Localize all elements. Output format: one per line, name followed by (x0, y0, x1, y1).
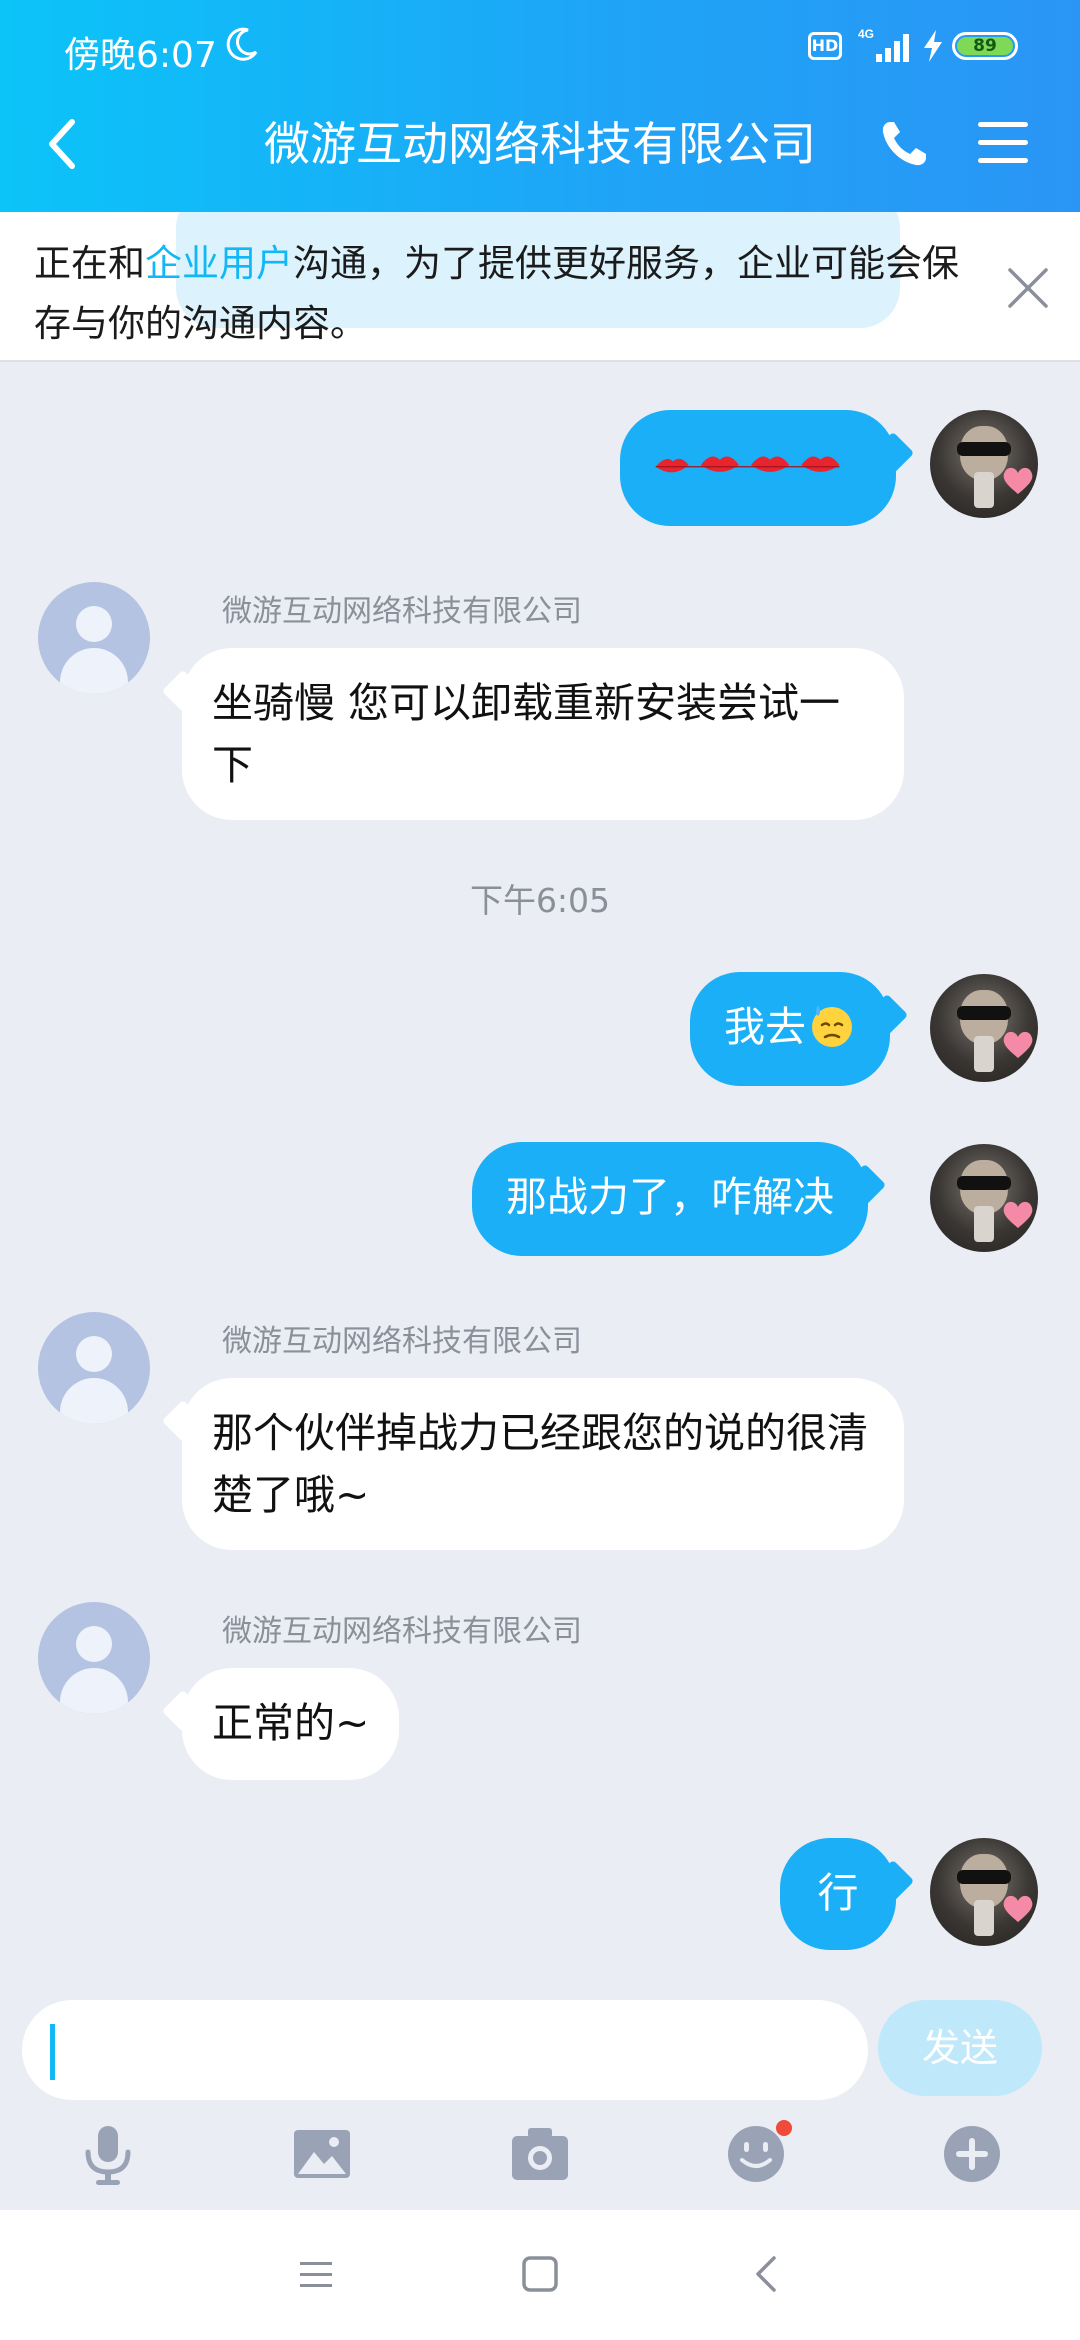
message-text: 我去 (724, 1003, 806, 1051)
sender-name: 微游互动网络科技有限公司 (222, 1324, 582, 1359)
phone-call-icon[interactable] (876, 116, 932, 172)
moon-icon (226, 27, 258, 61)
notification-dot (776, 2120, 792, 2136)
recent-apps-icon[interactable] (292, 2250, 340, 2298)
lips-emoji-row (654, 434, 862, 496)
message-text: 坐骑慢 您可以卸载重新安装尝试一下 (212, 679, 841, 789)
signal-icon: 4G (858, 27, 909, 62)
sender-name: 微游互动网络科技有限公司 (222, 1614, 582, 1649)
message-text: 正常的~ (212, 1699, 370, 1747)
enterprise-user-link[interactable]: 企业用户 (145, 242, 293, 285)
heart-hand-icon (1003, 467, 1033, 494)
text-caret (50, 2024, 55, 2080)
plus-icon[interactable] (940, 2122, 1004, 2186)
notice-text: 正在和企业用户沟通，为了提供更好服务，企业可能会保存与你的沟通内容。 (0, 212, 990, 354)
status-bar: 傍晚6:07 HD 4G 89 (0, 0, 1080, 96)
message-bubble-in[interactable]: 那个伙伴掉战力已经跟您的说的很清楚了哦~ (182, 1378, 904, 1550)
message-text: 那个伙伴掉战力已经跟您的说的很清楚了哦~ (212, 1409, 868, 1519)
home-icon[interactable] (516, 2250, 564, 2298)
image-icon[interactable] (290, 2122, 354, 2186)
message-bubble-in[interactable]: 坐骑慢 您可以卸载重新安装尝试一下 (182, 648, 904, 820)
charging-icon (924, 30, 942, 62)
heart-hand-icon (1003, 1895, 1033, 1922)
message-input[interactable] (22, 2000, 868, 2100)
menu-icon[interactable] (976, 118, 1030, 168)
company-avatar[interactable] (38, 1312, 150, 1424)
battery-level: 89 (957, 37, 1013, 55)
company-avatar[interactable] (38, 1602, 150, 1714)
my-avatar[interactable] (930, 1838, 1038, 1946)
status-time: 傍晚6:07 (64, 35, 217, 76)
message-text: 行 (817, 1869, 859, 1917)
camera-icon[interactable] (508, 2122, 572, 2186)
notice-text-before: 正在和 (34, 242, 145, 285)
network-label: 4G (858, 27, 874, 41)
back-nav-icon[interactable] (744, 2250, 792, 2298)
heart-hand-icon (1003, 1201, 1033, 1228)
send-button[interactable]: 发送 (878, 2000, 1042, 2096)
heart-hand-icon (1003, 1031, 1033, 1058)
my-avatar[interactable] (930, 1144, 1038, 1252)
hd-icon: HD (808, 32, 842, 60)
message-bubble-out[interactable] (620, 410, 896, 526)
my-avatar[interactable] (930, 974, 1038, 1082)
microphone-icon[interactable] (76, 2122, 140, 2186)
message-text: 那战力了，咋解决 (506, 1173, 834, 1221)
sender-name: 微游互动网络科技有限公司 (222, 594, 582, 629)
message-timestamp: 下午6:05 (469, 881, 611, 920)
company-avatar[interactable] (38, 582, 150, 694)
close-icon[interactable] (1004, 264, 1052, 312)
emoji-button[interactable] (724, 2120, 792, 2186)
enterprise-notice: 正在和企业用户沟通，为了提供更好服务，企业可能会保存与你的沟通内容。 (0, 212, 1080, 362)
message-bubble-in[interactable]: 正常的~ (182, 1668, 400, 1780)
input-area: 发送 (0, 1980, 1080, 2210)
chat-header: 傍晚6:07 HD 4G 89 微游互动网络科技有限公司 (0, 0, 1080, 212)
message-bubble-out[interactable]: 行 (780, 1838, 896, 1950)
message-bubble-out[interactable]: 我去 (690, 972, 890, 1086)
sweat-emoji-icon (812, 1005, 852, 1047)
my-avatar[interactable] (930, 410, 1038, 518)
lips-emoji-icon (655, 456, 840, 473)
battery-icon: 89 (952, 32, 1018, 60)
system-nav-bar (0, 2210, 1080, 2340)
message-bubble-out[interactable]: 那战力了，咋解决 (472, 1142, 868, 1256)
